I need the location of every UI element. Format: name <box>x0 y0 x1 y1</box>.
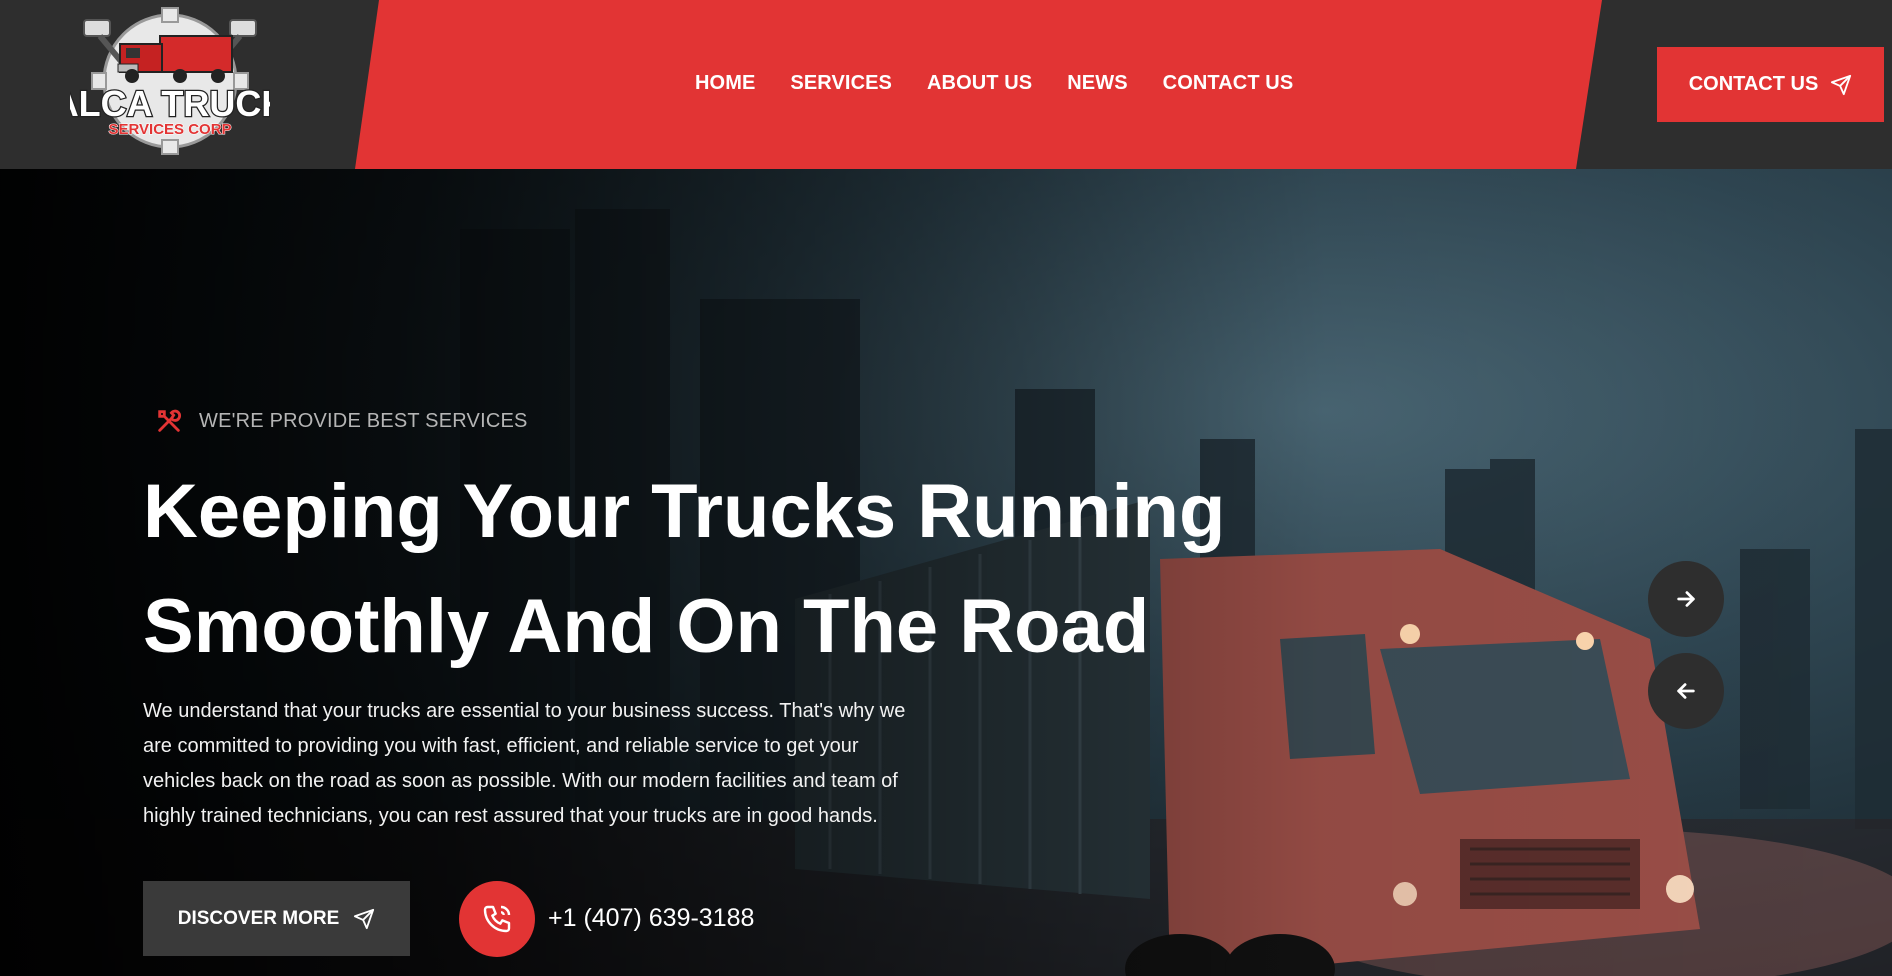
discover-more-label: DISCOVER MORE <box>177 907 340 929</box>
hero-title: Keeping Your Trucks Running Smoothly And… <box>143 454 1243 684</box>
nav-home[interactable]: HOME <box>695 72 755 95</box>
hero-eyebrow: WE'RE PROVIDE BEST SERVICES <box>155 407 528 435</box>
phone-call-button[interactable] <box>459 881 535 957</box>
logo-text-main: ALCA TRUCK <box>70 83 270 124</box>
contact-us-button-label: CONTACT US <box>1688 73 1819 95</box>
brand-logo[interactable]: ALCA TRUCK SERVICES CORP <box>70 6 270 161</box>
contact-us-button[interactable]: CONTACT US <box>1657 47 1884 122</box>
hero-title-line-1: Keeping Your Trucks Running <box>143 469 1226 554</box>
slider-prev-button[interactable] <box>1648 653 1724 729</box>
main-nav: HOME SERVICES ABOUT US NEWS CONTACT US <box>695 72 1293 95</box>
paper-plane-icon <box>1831 74 1852 95</box>
phone-number[interactable]: +1 (407) 639-3188 <box>548 904 754 933</box>
discover-more-button[interactable]: DISCOVER MORE <box>143 881 410 956</box>
hero-eyebrow-text: WE'RE PROVIDE BEST SERVICES <box>199 409 528 432</box>
site-header: ALCA TRUCK SERVICES CORP HOME SERVICES A… <box>0 0 1892 169</box>
phone-icon <box>483 905 511 933</box>
arrow-right-icon <box>1677 591 1695 607</box>
logo-text-sub: SERVICES CORP <box>108 121 231 138</box>
hero-section: WE'RE PROVIDE BEST SERVICES Keeping Your… <box>0 169 1892 976</box>
tools-icon <box>158 409 181 432</box>
logo-truck-icon <box>117 35 233 83</box>
hero-description: We understand that your trucks are essen… <box>143 700 906 827</box>
arrow-left-icon <box>1677 683 1695 699</box>
paper-plane-icon <box>354 908 375 929</box>
nav-about-us[interactable]: ABOUT US <box>927 72 1032 95</box>
nav-news[interactable]: NEWS <box>1067 72 1127 95</box>
slider-next-button[interactable] <box>1648 561 1724 637</box>
nav-contact-us[interactable]: CONTACT US <box>1163 72 1294 95</box>
hero-title-line-2: Smoothly And On The Road <box>143 584 1150 669</box>
nav-services[interactable]: SERVICES <box>790 72 892 95</box>
